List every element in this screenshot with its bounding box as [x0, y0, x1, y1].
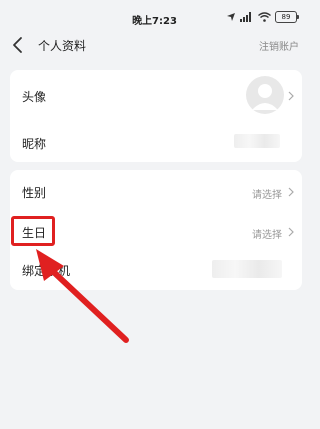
default-avatar-icon — [252, 84, 278, 110]
nickname-row[interactable]: 昵称 — [10, 122, 302, 162]
phone-value-redacted — [212, 260, 282, 278]
avatar-label: 头像 — [22, 90, 47, 104]
signal-icon — [240, 12, 251, 22]
nickname-value-redacted — [234, 134, 280, 148]
phone-label: 绑定手机 — [22, 264, 71, 278]
phone-row[interactable]: 绑定手机 — [10, 252, 302, 290]
gender-label: 性别 — [22, 186, 47, 200]
avatar-row[interactable]: 头像 — [10, 70, 302, 122]
status-icons: 89 — [226, 11, 299, 23]
battery-indicator: 89 — [275, 11, 299, 23]
profile-card: 头像 昵称 — [10, 70, 302, 162]
avatar[interactable] — [246, 76, 284, 114]
status-bar: 晚上7:23 89 — [0, 0, 309, 34]
chevron-right-icon — [288, 187, 294, 197]
back-arrow-icon[interactable] — [8, 35, 28, 55]
gender-row[interactable]: 性别 请选择 — [10, 170, 302, 212]
location-icon — [227, 13, 235, 21]
birthday-value: 请选择 — [252, 230, 282, 241]
chevron-right-icon — [288, 91, 294, 101]
navigation-bar: 个人资料 注销账户 — [0, 30, 309, 60]
delete-account-link[interactable]: 注销账户 — [259, 38, 299, 53]
chevron-right-icon — [288, 227, 294, 237]
annotation-highlight-box — [11, 216, 55, 246]
wifi-icon — [258, 12, 271, 22]
page-title: 个人资料 — [38, 39, 87, 53]
nickname-label: 昵称 — [22, 137, 47, 151]
gender-value: 请选择 — [252, 190, 282, 201]
